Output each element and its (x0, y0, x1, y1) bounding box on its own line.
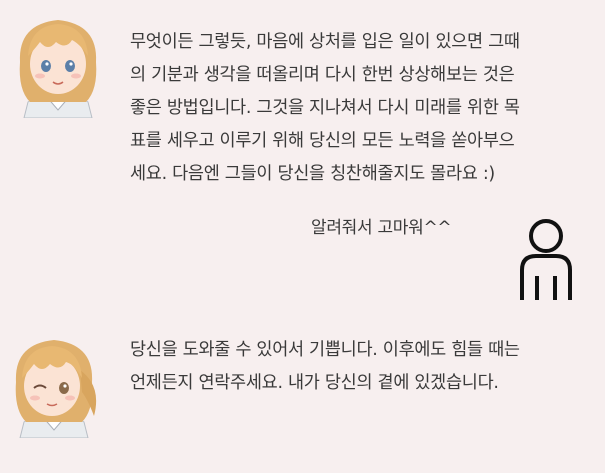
girl-avatar-icon (6, 10, 110, 118)
assistant-message-text: 당신을 도와줄 수 있어서 기쁩니다. 이후에도 힘들 때는 언제든지 연락주세… (130, 340, 520, 393)
girl-winking-avatar-icon (2, 330, 106, 438)
assistant-message-text: 무엇이든 그렇듯, 마음에 상처를 입은 일이 있으면 그때 의 기분과 생각을… (130, 32, 520, 184)
user-icon (516, 214, 576, 306)
user-message-text: 알려줘서 고마워^^ (311, 218, 452, 238)
chat-thread: 무엇이든 그렇듯, 마음에 상처를 입은 일이 있으면 그때 의 기분과 생각을… (0, 0, 605, 473)
